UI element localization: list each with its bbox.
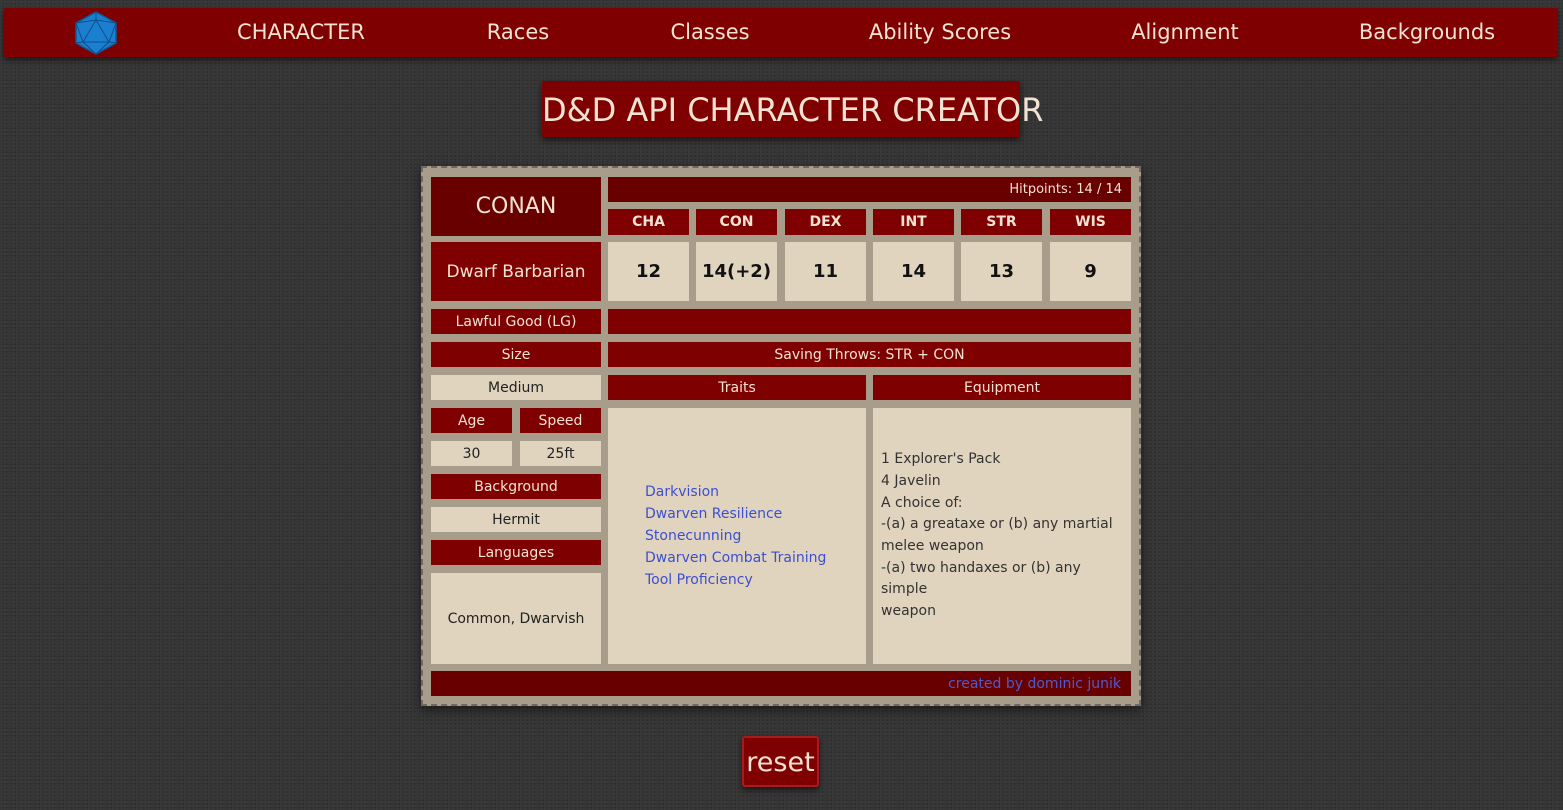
equipment-line: weapon — [881, 603, 936, 620]
size-label: Size — [431, 342, 601, 367]
stat-label-con: CON — [696, 209, 777, 235]
stat-label-str: STR — [961, 209, 1042, 235]
age-value: 30 — [431, 441, 512, 466]
trait-link[interactable]: Dwarven Combat Training — [645, 547, 866, 569]
stat-label-cha: CHA — [608, 209, 689, 235]
equipment-line: melee weapon — [881, 538, 984, 554]
trait-link[interactable]: Tool Proficiency — [645, 569, 866, 591]
nav-alignment[interactable]: Alignment — [1131, 8, 1239, 57]
stat-value-dex: 11 — [785, 242, 866, 301]
race-class: Dwarf Barbarian — [431, 242, 601, 301]
character-sheet: CONAN Dwarf Barbarian Lawful Good (LG) S… — [421, 166, 1141, 706]
stat-value-str: 13 — [961, 242, 1042, 301]
nav-backgrounds[interactable]: Backgrounds — [1359, 8, 1495, 57]
stat-value-con: 14(+2) — [696, 242, 777, 301]
nav-character[interactable]: CHARACTER — [237, 8, 365, 57]
page-title: D&D API CHARACTER CREATOR — [542, 81, 1043, 137]
equipment-line: A choice of: — [881, 494, 963, 511]
equipment-panel: 1 Explorer's Pack 4 Javelin A choice of:… — [873, 408, 1131, 664]
nav-ability-scores[interactable]: Ability Scores — [869, 8, 1011, 57]
stat-label-int: INT — [873, 209, 954, 235]
alignment: Lawful Good (LG) — [431, 309, 601, 334]
traits-label: Traits — [608, 375, 866, 400]
stat-value-int: 14 — [873, 242, 954, 301]
equipment-label: Equipment — [873, 375, 1131, 400]
speed-value: 25ft — [520, 441, 601, 466]
size-value: Medium — [431, 375, 601, 400]
character-name: CONAN — [431, 177, 601, 236]
languages-value: Common, Dwarvish — [431, 573, 601, 664]
equipment-line: 4 Javelin — [881, 472, 941, 489]
empty-bar — [608, 309, 1131, 334]
reset-button[interactable]: reset — [742, 736, 819, 787]
background-label: Background — [431, 474, 601, 499]
trait-link[interactable]: Dwarven Resilience — [645, 503, 866, 525]
equipment-line: -(a) two handaxes or (b) any simple — [881, 559, 1081, 598]
background-value: Hermit — [431, 507, 601, 532]
trait-link[interactable]: Stonecunning — [645, 525, 866, 547]
nav-classes[interactable]: Classes — [670, 8, 749, 57]
top-navbar: CHARACTER Races Classes Ability Scores A… — [4, 8, 1558, 57]
saving-throws: Saving Throws: STR + CON — [608, 342, 1131, 367]
stat-label-wis: WIS — [1050, 209, 1131, 235]
trait-link[interactable]: Darkvision — [645, 481, 866, 503]
credit-footer[interactable]: created by dominic junik — [431, 671, 1131, 696]
stat-value-wis: 9 — [1050, 242, 1131, 301]
age-label: Age — [431, 408, 512, 433]
d20-die-icon[interactable] — [72, 11, 120, 55]
stat-label-dex: DEX — [785, 209, 866, 235]
traits-panel: Darkvision Dwarven Resilience Stonecunni… — [608, 408, 866, 664]
equipment-line: -(a) a greataxe or (b) any martial — [881, 516, 1113, 533]
languages-label: Languages — [431, 540, 601, 565]
hitpoints: Hitpoints: 14 / 14 — [608, 177, 1131, 202]
equipment-line: 1 Explorer's Pack — [881, 451, 1001, 468]
speed-label: Speed — [520, 408, 601, 433]
stat-value-cha: 12 — [608, 242, 689, 301]
nav-races[interactable]: Races — [487, 8, 549, 57]
